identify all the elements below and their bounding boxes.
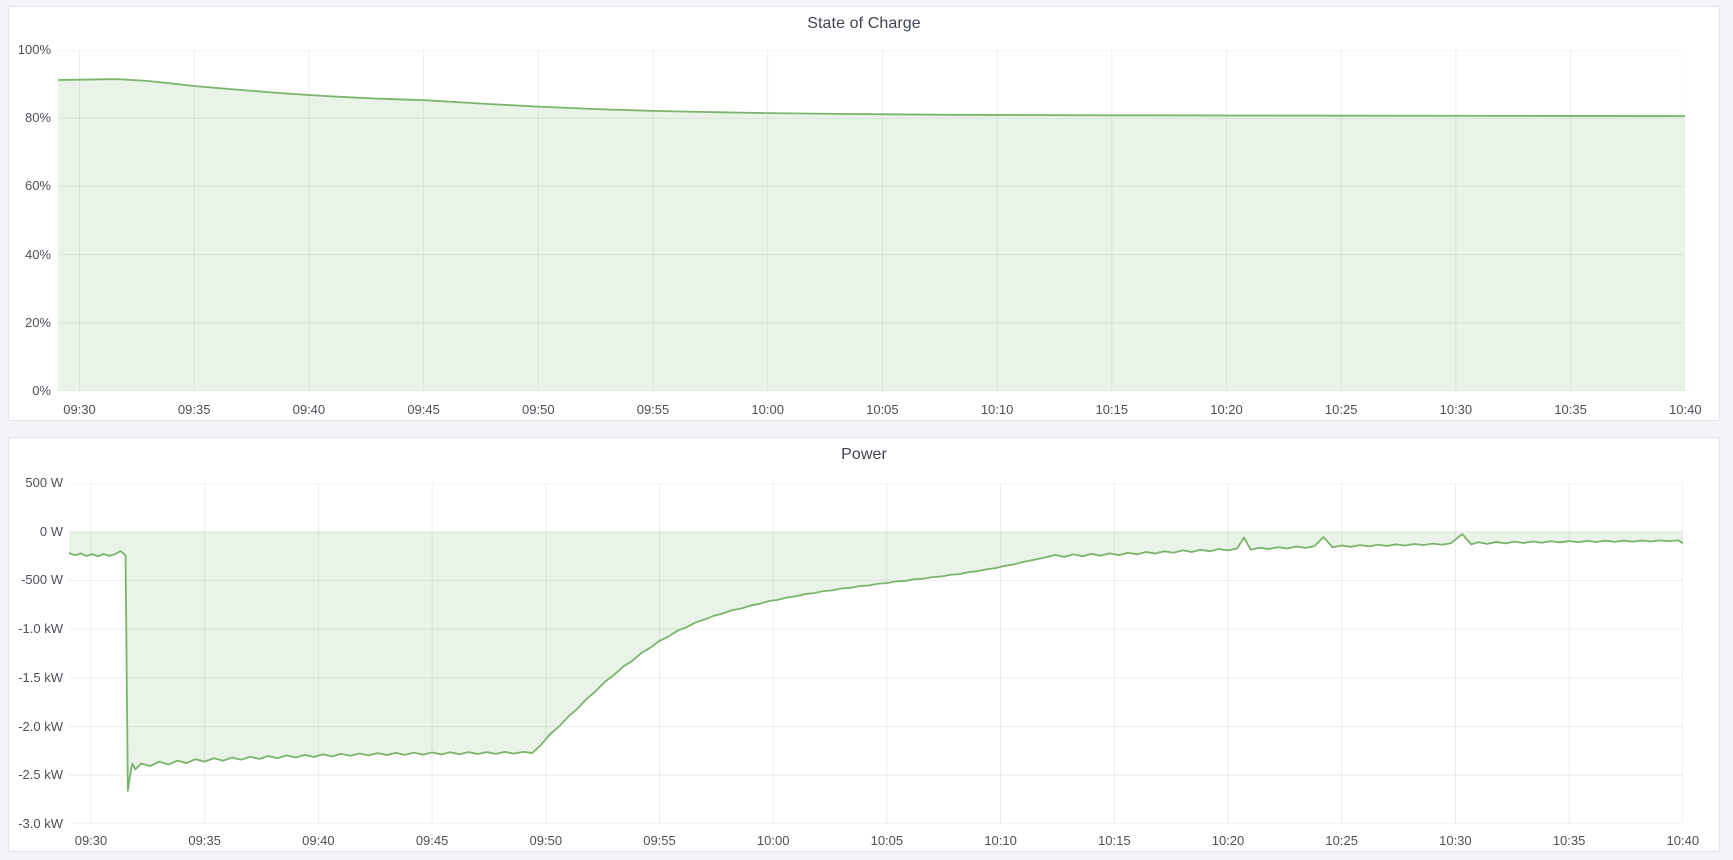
x-axis-tick-label: 09:45 — [394, 402, 454, 418]
power-plot-area[interactable] — [69, 483, 1683, 824]
chart-canvas — [69, 483, 1683, 824]
y-axis-tick-label: 20% — [7, 316, 51, 330]
x-axis-tick-label: 09:50 — [508, 402, 568, 418]
x-axis-tick-label: 09:40 — [279, 402, 339, 418]
x-axis-tick-label: 10:20 — [1198, 833, 1258, 849]
series-fill — [58, 79, 1685, 391]
x-axis-tick-label: 09:30 — [50, 402, 110, 418]
x-axis-tick-label: 09:30 — [61, 833, 121, 849]
y-axis-tick-label: -3.0 kW — [7, 817, 63, 831]
y-axis-tick-label: 80% — [7, 111, 51, 125]
x-axis-tick-label: 10:00 — [743, 833, 803, 849]
y-axis-tick-label: -1.5 kW — [7, 671, 63, 685]
x-axis-tick-label: 10:35 — [1539, 833, 1599, 849]
x-axis-tick-label: 10:10 — [971, 833, 1031, 849]
panel-title[interactable]: Power — [9, 446, 1719, 468]
x-axis-tick-label: 10:00 — [738, 402, 798, 418]
x-axis-tick-label: 10:10 — [967, 402, 1027, 418]
power-panel: Power 500 W 0 W -500 W -1.0 kW -1.5 kW -2.0 k… — [8, 437, 1720, 852]
x-axis-tick-label: 10:20 — [1197, 402, 1257, 418]
x-axis-tick-label: 09:35 — [175, 833, 235, 849]
x-axis-tick-label: 10:15 — [1082, 402, 1142, 418]
y-axis-tick-label: -2.5 kW — [7, 768, 63, 782]
y-axis-tick-label: 60% — [7, 179, 51, 193]
y-axis-tick-label: 100% — [7, 43, 51, 57]
x-axis-tick-label: 09:45 — [402, 833, 462, 849]
series-fill — [69, 532, 1683, 791]
x-axis-tick-label: 09:50 — [516, 833, 576, 849]
x-axis-tick-label: 10:40 — [1653, 833, 1713, 849]
x-axis-tick-label: 09:55 — [623, 402, 683, 418]
x-axis-tick-label: 10:40 — [1655, 402, 1715, 418]
y-axis-tick-label: -2.0 kW — [7, 720, 63, 734]
x-axis-tick-label: 10:25 — [1311, 402, 1371, 418]
x-axis-tick-label: 10:25 — [1312, 833, 1372, 849]
dashboard: { "accent_color": "#79b56a", "fill_color… — [0, 0, 1733, 860]
panel-title[interactable]: State of Charge — [9, 15, 1719, 37]
y-axis-tick-label: 40% — [7, 248, 51, 262]
x-axis-tick-label: 10:30 — [1426, 402, 1486, 418]
state-of-charge-plot-area[interactable] — [58, 50, 1685, 391]
x-axis-tick-label: 10:15 — [1084, 833, 1144, 849]
y-axis-tick-label: 500 W — [7, 476, 63, 490]
state-of-charge-panel: State of Charge 100% 80% 60% 40% 20% 0% 09:30 0… — [8, 6, 1720, 421]
x-axis-tick-label: 10:05 — [852, 402, 912, 418]
x-axis-tick-label: 09:35 — [164, 402, 224, 418]
y-axis-tick-label: -1.0 kW — [7, 622, 63, 636]
chart-canvas — [58, 50, 1685, 391]
x-axis-tick-label: 10:30 — [1425, 833, 1485, 849]
y-axis-tick-label: -500 W — [7, 573, 63, 587]
y-axis-tick-label: 0% — [7, 384, 51, 398]
x-axis-tick-label: 10:05 — [857, 833, 917, 849]
x-axis-tick-label: 09:55 — [630, 833, 690, 849]
y-axis-tick-label: 0 W — [7, 525, 63, 539]
x-axis-tick-label: 10:35 — [1541, 402, 1601, 418]
x-axis-tick-label: 09:40 — [288, 833, 348, 849]
